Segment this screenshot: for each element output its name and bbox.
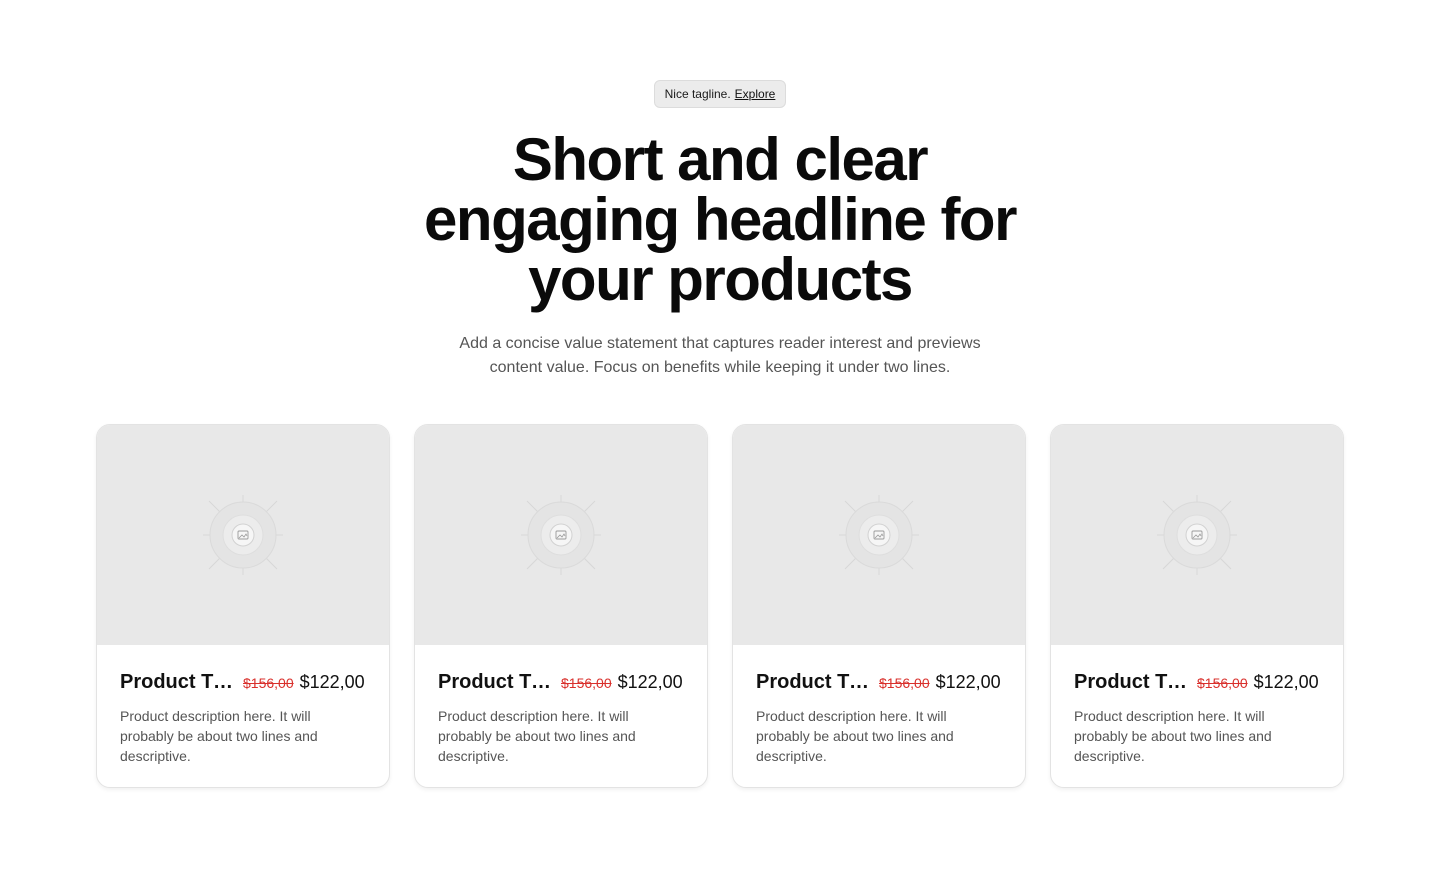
product-old-price: $156,00 [879,675,930,691]
product-description: Product description here. It will probab… [756,708,954,764]
product-title: Product Title [1074,671,1189,693]
product-image-placeholder [415,425,707,645]
product-price: $122,00 [935,672,1001,692]
product-card-body: Product Title $156,00 $122,00 Product de… [733,645,1025,766]
product-title-row: Product Title $156,00 $122,00 [438,671,684,694]
product-grid: Product Title $156,00 $122,00 Product de… [96,424,1344,788]
product-image-placeholder [1051,425,1343,645]
tagline-text: Nice tagline. [664,87,731,101]
product-title-row: Product Title $156,00 $122,00 [1074,671,1320,694]
product-title: Product Title [120,671,235,693]
product-price: $122,00 [1253,672,1319,692]
product-description: Product description here. It will probab… [438,708,636,764]
product-old-price: $156,00 [561,675,612,691]
page: Nice tagline. Explore Short and clear en… [0,0,1440,869]
product-title: Product Title [438,671,553,693]
product-title: Product Title [756,671,871,693]
product-description: Product description here. It will probab… [1074,708,1272,764]
product-description: Product description here. It will probab… [120,708,318,764]
explore-link[interactable]: Explore [735,87,776,101]
product-old-price: $156,00 [243,675,294,691]
product-title-row: Product Title $156,00 $122,00 [756,671,1002,694]
product-card[interactable]: Product Title $156,00 $122,00 Product de… [96,424,390,788]
product-card[interactable]: Product Title $156,00 $122,00 Product de… [732,424,1026,788]
product-card-body: Product Title $156,00 $122,00 Product de… [415,645,707,766]
image-placeholder-icon [1157,495,1237,575]
tagline-badge: Nice tagline. Explore [653,80,787,108]
product-title-row: Product Title $156,00 $122,00 [120,671,366,694]
image-placeholder-icon [839,495,919,575]
image-placeholder-icon [203,495,283,575]
hero-subtext: Add a concise value statement that captu… [459,335,981,376]
product-image-placeholder [97,425,389,645]
product-price: $122,00 [617,672,683,692]
product-card[interactable]: Product Title $156,00 $122,00 Product de… [1050,424,1344,788]
hero-section: Nice tagline. Explore Short and clear en… [0,80,1440,380]
product-old-price: $156,00 [1197,675,1248,691]
product-card-body: Product Title $156,00 $122,00 Product de… [97,645,389,766]
product-card-body: Product Title $156,00 $122,00 Product de… [1051,645,1343,766]
product-image-placeholder [733,425,1025,645]
image-placeholder-icon [521,495,601,575]
product-price: $122,00 [299,672,365,692]
page-headline: Short and clear engaging headline for yo… [424,126,1017,313]
product-card[interactable]: Product Title $156,00 $122,00 Product de… [414,424,708,788]
